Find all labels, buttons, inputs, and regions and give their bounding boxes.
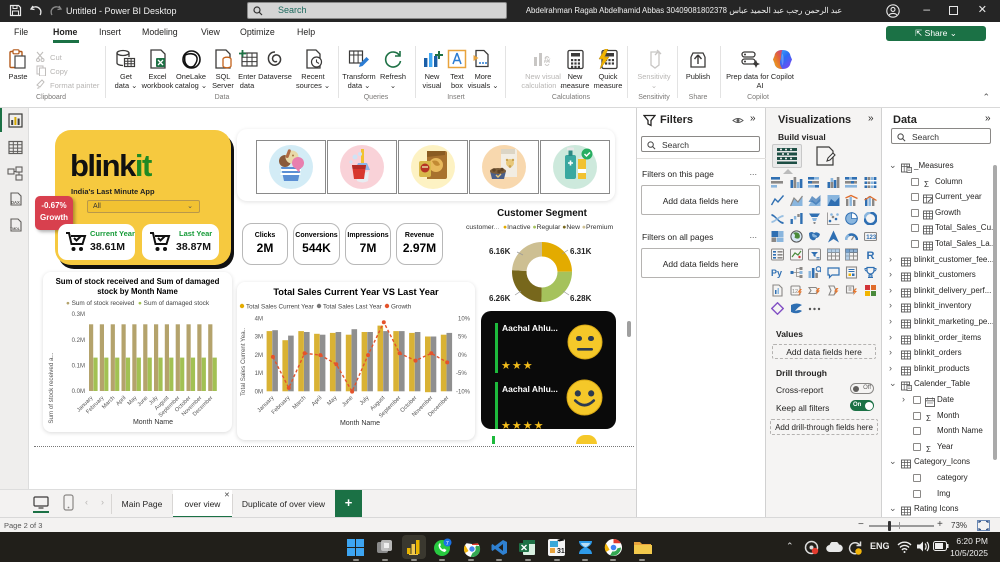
svg-text:Σ: Σ [924, 180, 929, 189]
svg-text:1M: 1M [255, 371, 263, 377]
svg-text:R: R [866, 250, 874, 261]
svg-text:March: March [101, 395, 116, 410]
svg-text:123: 123 [866, 235, 877, 241]
svg-text:June: June [341, 395, 354, 408]
svg-text:0.2M: 0.2M [72, 338, 85, 344]
svg-text:March: March [292, 395, 308, 411]
svg-text:April: April [115, 395, 127, 407]
svg-text:April: April [311, 395, 323, 407]
svg-text:5%: 5% [458, 335, 467, 341]
svg-text:TMDL: TMDL [10, 227, 21, 231]
svg-text:3M: 3M [255, 335, 263, 341]
svg-text:2M: 2M [255, 353, 263, 359]
svg-text:Total Sales Current Year: Total Sales Current Year [246, 304, 314, 311]
svg-text:May: May [326, 395, 338, 407]
svg-text:7: 7 [446, 541, 449, 547]
svg-text:Py: Py [771, 268, 782, 278]
svg-text:31: 31 [557, 548, 565, 555]
svg-text:Total Sales Last Year: Total Sales Last Year [323, 304, 382, 311]
svg-text:10%: 10% [458, 317, 471, 323]
svg-text:0M: 0M [255, 390, 263, 396]
svg-text:4M: 4M [255, 317, 263, 323]
svg-text:-5%: -5% [456, 371, 467, 377]
svg-text:6.28K: 6.28K [570, 294, 592, 303]
svg-text:6.16K: 6.16K [489, 247, 511, 256]
svg-text:Σ: Σ [926, 414, 931, 423]
svg-text:Σ: Σ [926, 445, 931, 454]
svg-text:12: 12 [792, 289, 798, 295]
svg-text:6.26K: 6.26K [489, 294, 511, 303]
svg-text:Month Name: Month Name [133, 419, 173, 426]
svg-text:0%: 0% [458, 353, 467, 359]
svg-text:fx: fx [544, 56, 551, 65]
svg-text:-10%: -10% [456, 390, 471, 396]
svg-text:Growth: Growth [391, 304, 412, 311]
svg-text:0.0M: 0.0M [72, 389, 85, 395]
svg-text:6.31K: 6.31K [570, 247, 592, 256]
svg-text:Total Sales Current Yea..: Total Sales Current Yea.. [240, 328, 247, 396]
svg-text:0.1M: 0.1M [72, 363, 85, 369]
svg-text:0.3M: 0.3M [72, 312, 85, 318]
svg-text:DAX: DAX [11, 200, 20, 205]
svg-text:Sum of stock received a...: Sum of stock received a... [48, 352, 55, 423]
svg-text:Month Name: Month Name [340, 420, 380, 427]
svg-text:July: July [359, 395, 371, 407]
